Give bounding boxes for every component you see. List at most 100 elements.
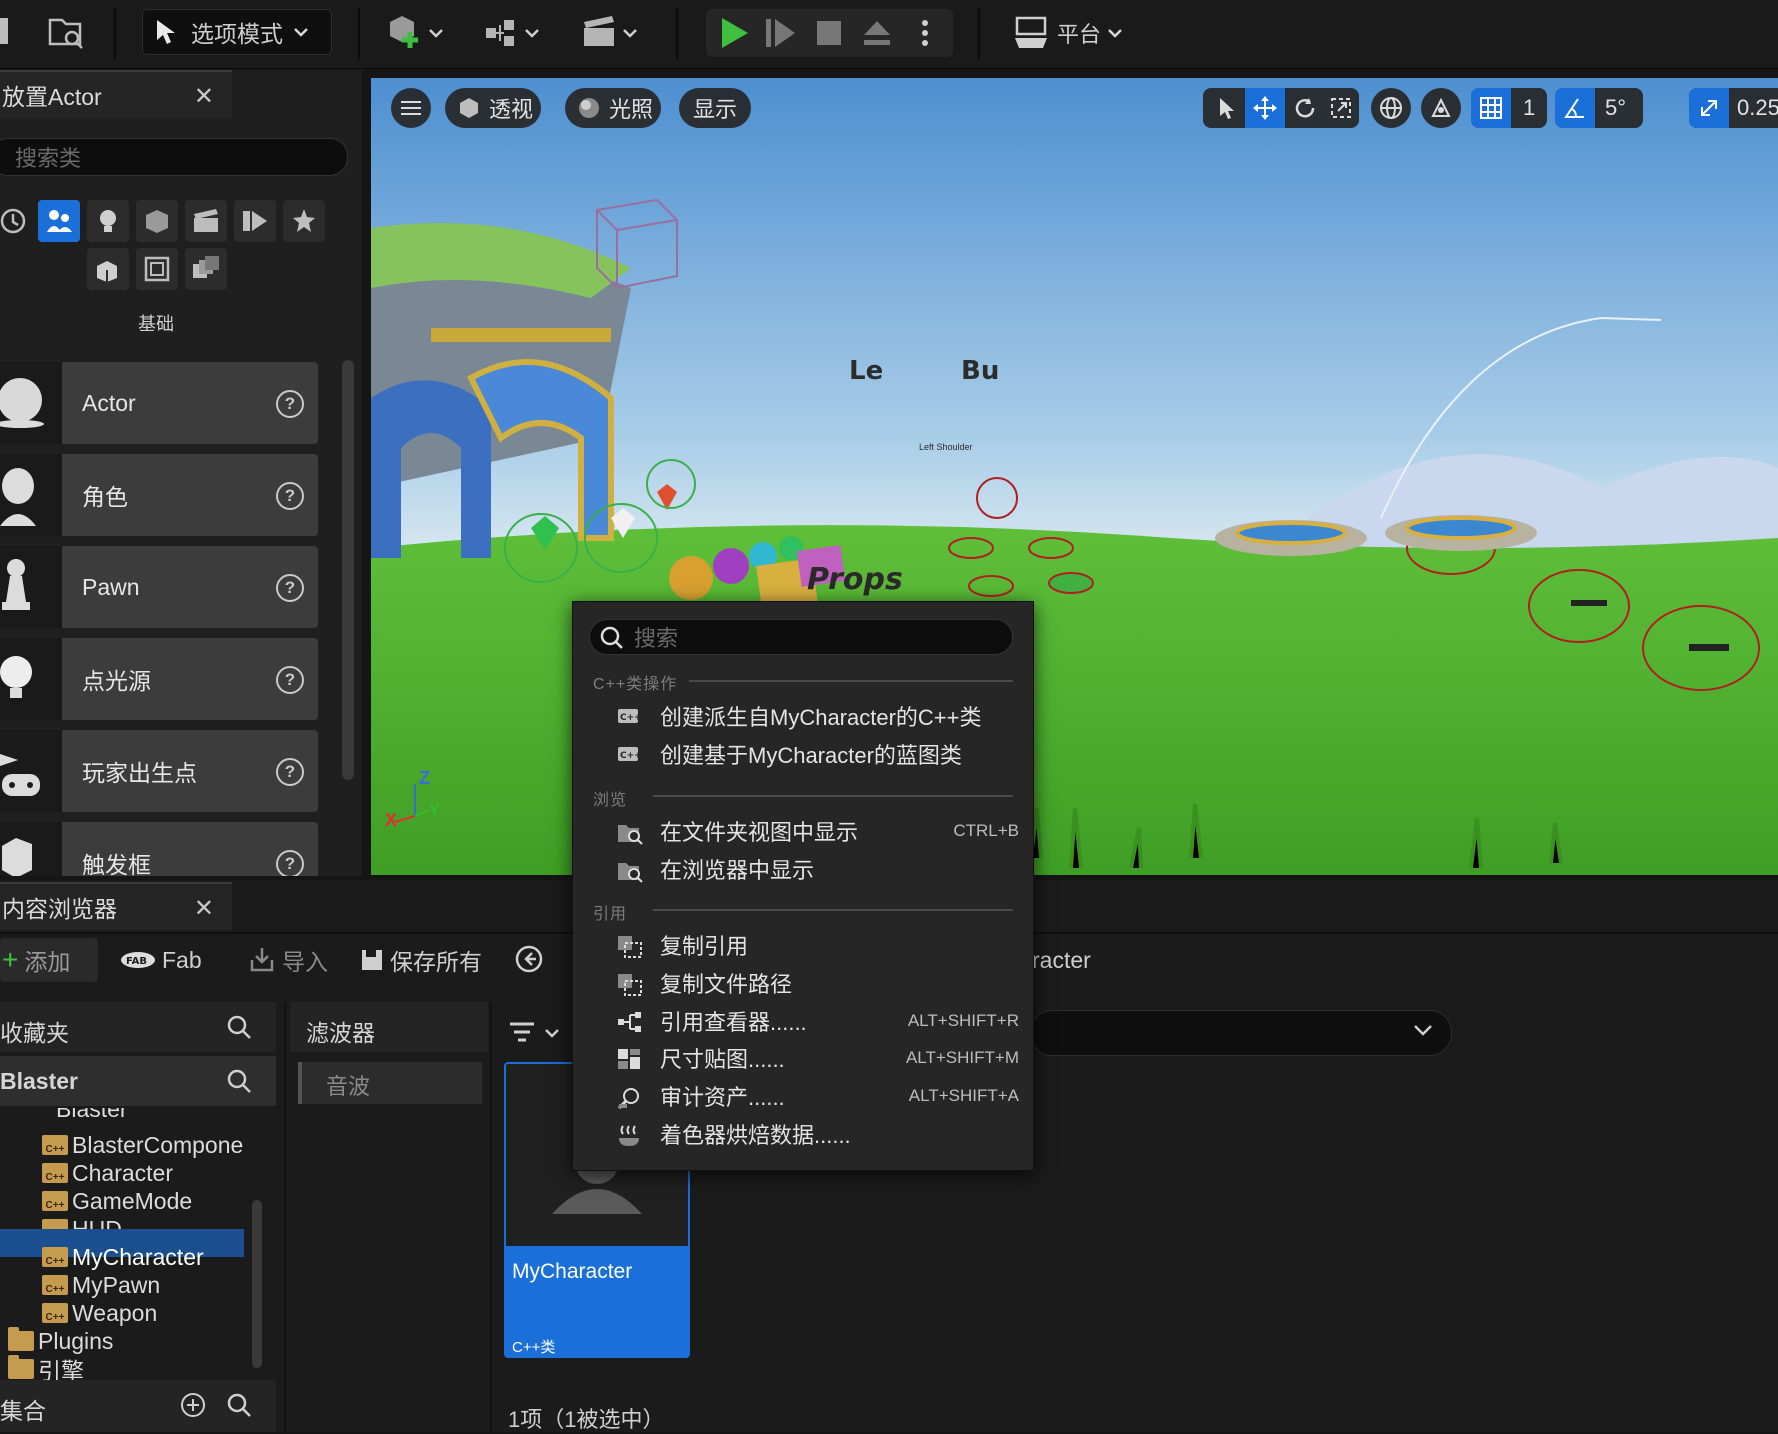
actor-item[interactable]: 角色? <box>0 454 318 536</box>
surface-snap-button[interactable] <box>1421 88 1461 128</box>
stop-icon[interactable] <box>812 15 846 51</box>
tree-item-partial[interactable]: Blaster <box>0 1108 276 1124</box>
close-icon[interactable]: ✕ <box>194 82 214 111</box>
visual-effects-category-icon[interactable] <box>234 200 276 242</box>
show-in-folder-view-item[interactable]: 在文件夹视图中显示 CTRL+B <box>573 813 1033 849</box>
tree-item-character[interactable]: C++ Character <box>42 1159 173 1187</box>
scale-snap-icon[interactable] <box>1689 88 1729 128</box>
save-icon[interactable] <box>0 14 10 50</box>
save-all-button[interactable]: 保存所有 <box>360 938 482 982</box>
angle-snap-icon[interactable] <box>1555 88 1595 128</box>
tree-item-mypawn[interactable]: C++ MyPawn <box>42 1271 160 1299</box>
filter-dropdown[interactable] <box>506 1014 566 1054</box>
import-button[interactable]: 导入 <box>248 938 328 982</box>
select-mode-dropdown[interactable]: 选项模式 <box>142 9 332 55</box>
volumes-category-icon[interactable] <box>136 248 178 290</box>
show-in-browser-item[interactable]: 在浏览器中显示 <box>573 851 1033 887</box>
actor-item[interactable]: 玩家出生点? <box>0 730 318 812</box>
content-drawer-icon[interactable] <box>46 12 86 52</box>
help-icon[interactable]: ? <box>276 482 304 510</box>
scale-snap-value[interactable]: 0.25 <box>1737 95 1778 121</box>
size-map-item[interactable]: 尺寸贴图...... ALT+SHIFT+M <box>573 1040 1033 1076</box>
tree-item-plugins[interactable]: Plugins <box>8 1327 113 1355</box>
copy-file-path-item[interactable]: 复制文件路径 <box>573 965 1033 1001</box>
project-root-header[interactable]: Blaster <box>0 1056 276 1106</box>
add-actor-button[interactable] <box>384 10 450 56</box>
close-icon[interactable]: ✕ <box>194 894 214 923</box>
rotation-snap-value[interactable]: 5° <box>1605 95 1626 121</box>
lighting-button[interactable]: 光照 <box>565 88 661 128</box>
actor-item[interactable]: Actor? <box>0 362 318 444</box>
cpp-icon: C++ <box>617 744 639 764</box>
cinematics-menu-button[interactable] <box>580 10 646 56</box>
favorites-header[interactable]: 收藏夹 <box>0 1002 276 1052</box>
tree-item-blastercomponents[interactable]: C++ BlasterCompone <box>42 1131 243 1159</box>
help-icon[interactable]: ? <box>276 666 304 694</box>
search-icon[interactable] <box>226 1068 252 1094</box>
panel-scrollbar[interactable] <box>342 360 354 780</box>
scale-snap-control[interactable]: 0.25 <box>1689 88 1778 128</box>
all-classes-category-icon[interactable] <box>283 200 325 242</box>
world-space-button[interactable] <box>1371 88 1411 128</box>
actor-item[interactable]: 触发框? <box>0 822 318 876</box>
move-tool-icon[interactable] <box>1245 88 1285 128</box>
add-button[interactable]: + 添加 <box>0 938 98 982</box>
grid-snap-control[interactable]: 1 <box>1471 88 1547 128</box>
content-browser-tab[interactable]: 内容浏览器 ✕ <box>0 882 232 930</box>
actor-item[interactable]: 点光源? <box>0 638 318 720</box>
tree-item-gamemode[interactable]: C++ GameMode <box>42 1187 192 1215</box>
blueprint-menu-button[interactable] <box>482 10 548 56</box>
collections-header[interactable]: 集合 <box>0 1380 276 1432</box>
geometry-category-icon[interactable] <box>87 248 129 290</box>
asset-search-input[interactable] <box>1030 1010 1452 1056</box>
add-collection-icon[interactable] <box>180 1392 206 1418</box>
back-icon[interactable] <box>514 944 544 974</box>
basic-category-icon[interactable] <box>38 200 80 242</box>
more-options-icon[interactable] <box>912 15 938 51</box>
play-icon[interactable] <box>716 15 750 51</box>
reference-viewer-item[interactable]: 引用查看器...... ALT+SHIFT+R <box>573 1003 1033 1039</box>
chevron-down-icon <box>1107 27 1123 39</box>
menu-search-input[interactable]: 搜索 <box>589 619 1013 655</box>
actor-item[interactable]: Pawn? <box>0 546 318 628</box>
instances-category-icon[interactable] <box>185 248 227 290</box>
perspective-button[interactable]: 透视 <box>445 88 541 128</box>
fab-icon: FAB <box>120 950 156 970</box>
path-breadcrumb[interactable]: racter <box>1032 938 1091 982</box>
search-icon[interactable] <box>226 1392 252 1418</box>
viewport-menu-button[interactable] <box>391 88 431 128</box>
tree-item-weapon[interactable]: C++ Weapon <box>42 1299 157 1327</box>
search-icon[interactable] <box>226 1014 252 1040</box>
class-search-input[interactable]: 搜索类 <box>0 138 348 176</box>
eject-icon[interactable] <box>860 15 894 51</box>
select-tool-icon[interactable] <box>1209 90 1245 126</box>
create-cpp-class-item[interactable]: C++ 创建派生自MyCharacter的C++类 <box>573 698 1033 734</box>
shader-cook-stats-item[interactable]: 着色器烘焙数据...... <box>573 1116 1033 1152</box>
grid-snap-icon[interactable] <box>1471 88 1511 128</box>
rotation-snap-control[interactable]: 5° <box>1555 88 1643 128</box>
platforms-dropdown[interactable]: 平台 <box>1006 12 1130 54</box>
recent-icon[interactable] <box>0 200 34 242</box>
audit-assets-item[interactable]: 审计资产...... ALT+SHIFT+A <box>573 1078 1033 1114</box>
help-icon[interactable]: ? <box>276 850 304 876</box>
rotate-tool-icon[interactable] <box>1287 90 1323 126</box>
tree-scrollbar[interactable] <box>252 1200 262 1368</box>
tree-item-engine[interactable]: 引擎 <box>8 1355 84 1384</box>
help-icon[interactable]: ? <box>276 758 304 786</box>
filter-chip-soundwave[interactable]: 音波 <box>298 1062 482 1104</box>
copy-reference-item[interactable]: 复制引用 <box>573 927 1033 963</box>
grid-size-value[interactable]: 1 <box>1523 95 1535 121</box>
help-icon[interactable]: ? <box>276 574 304 602</box>
scale-tool-icon[interactable] <box>1323 90 1359 126</box>
lights-category-icon[interactable] <box>87 200 129 242</box>
svg-text:C++: C++ <box>620 713 639 723</box>
tree-item-mycharacter[interactable]: C++ MyCharacter <box>42 1243 204 1271</box>
create-blueprint-class-item[interactable]: C++ 创建基于MyCharacter的蓝图类 <box>573 736 1033 772</box>
shapes-category-icon[interactable] <box>136 200 178 242</box>
show-button[interactable]: 显示 <box>679 88 751 128</box>
help-icon[interactable]: ? <box>276 390 304 418</box>
advance-frame-icon[interactable] <box>764 15 798 51</box>
place-actor-tab[interactable]: 放置Actor ✕ <box>0 70 232 118</box>
fab-button[interactable]: FAB Fab <box>120 938 202 982</box>
cinematic-category-icon[interactable] <box>185 200 227 242</box>
